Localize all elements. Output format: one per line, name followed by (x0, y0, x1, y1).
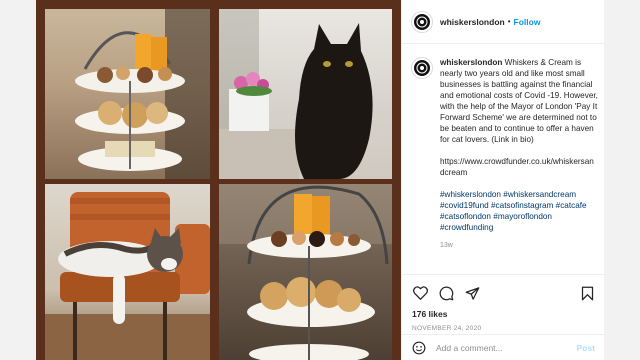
hashtag[interactable]: #catsofinstagram (491, 201, 553, 210)
whiskers-logo-icon[interactable] (412, 11, 432, 32)
photo-scones-stand (219, 184, 392, 360)
bookmark-icon[interactable] (579, 285, 595, 301)
action-bar: 176 likes NOVEMBER 24, 2020 (402, 274, 605, 332)
caption-text: whiskerslondon Whiskers & Cream is nearl… (440, 57, 598, 251)
time-ago: 13w (440, 242, 453, 249)
post-sidebar: whiskerslondon • Follow whiskerslondon W… (401, 0, 605, 360)
hashtag[interactable]: #catsoflondon (440, 212, 491, 221)
photo-afternoon-tea (45, 9, 210, 179)
emoji-icon[interactable] (412, 341, 426, 355)
hashtag[interactable]: #catcafe (556, 201, 587, 210)
heart-icon[interactable] (412, 285, 428, 301)
comment-icon[interactable] (438, 285, 454, 301)
username-link[interactable]: whiskerslondon (440, 17, 505, 27)
hashtag[interactable]: #crowdfunding (440, 223, 493, 232)
comment-input[interactable]: Add a comment... (436, 343, 577, 353)
hashtag[interactable]: #whiskerslondon (440, 190, 501, 199)
hashtag[interactable]: #mayoroflondon (493, 212, 552, 221)
hashtag[interactable]: #whiskersandcream (503, 190, 576, 199)
hashtag-list: #whiskerslondon #whiskersandcream #covid… (440, 189, 598, 233)
afternoon-tea-illustration (75, 9, 210, 179)
post-date: NOVEMBER 24, 2020 (412, 325, 482, 332)
photo-black-cat (219, 9, 392, 179)
post-dialog: whiskerslondon • Follow whiskerslondon W… (36, 0, 605, 360)
crowdfunder-link: https://www.crowdfunder.co.uk/whiskersan… (440, 157, 594, 177)
post-image-collage[interactable] (36, 0, 401, 360)
post-comment-button[interactable]: Post (577, 343, 595, 353)
separator-dot: • (507, 17, 511, 26)
photo-tabby-cat-chair (45, 184, 210, 360)
tabby-cat-illustration (45, 192, 210, 360)
instagram-modal: whiskerslondon • Follow whiskerslondon W… (0, 0, 640, 360)
whiskers-logo-icon[interactable] (412, 58, 432, 78)
caption-block: whiskerslondon Whiskers & Cream is nearl… (412, 57, 598, 251)
caption-body: Whiskers & Cream is nearly two years old… (440, 58, 598, 144)
hashtag[interactable]: #covid19fund (440, 201, 489, 210)
like-count[interactable]: 176 likes (412, 309, 595, 319)
share-icon[interactable] (464, 285, 480, 301)
post-header: whiskerslondon • Follow (402, 0, 604, 44)
black-cat-illustration (219, 9, 373, 179)
scones-stand-illustration (219, 184, 392, 360)
caption-username[interactable]: whiskerslondon (440, 58, 502, 67)
follow-button[interactable]: Follow (514, 17, 541, 27)
comment-bar: Add a comment... Post (402, 334, 605, 360)
